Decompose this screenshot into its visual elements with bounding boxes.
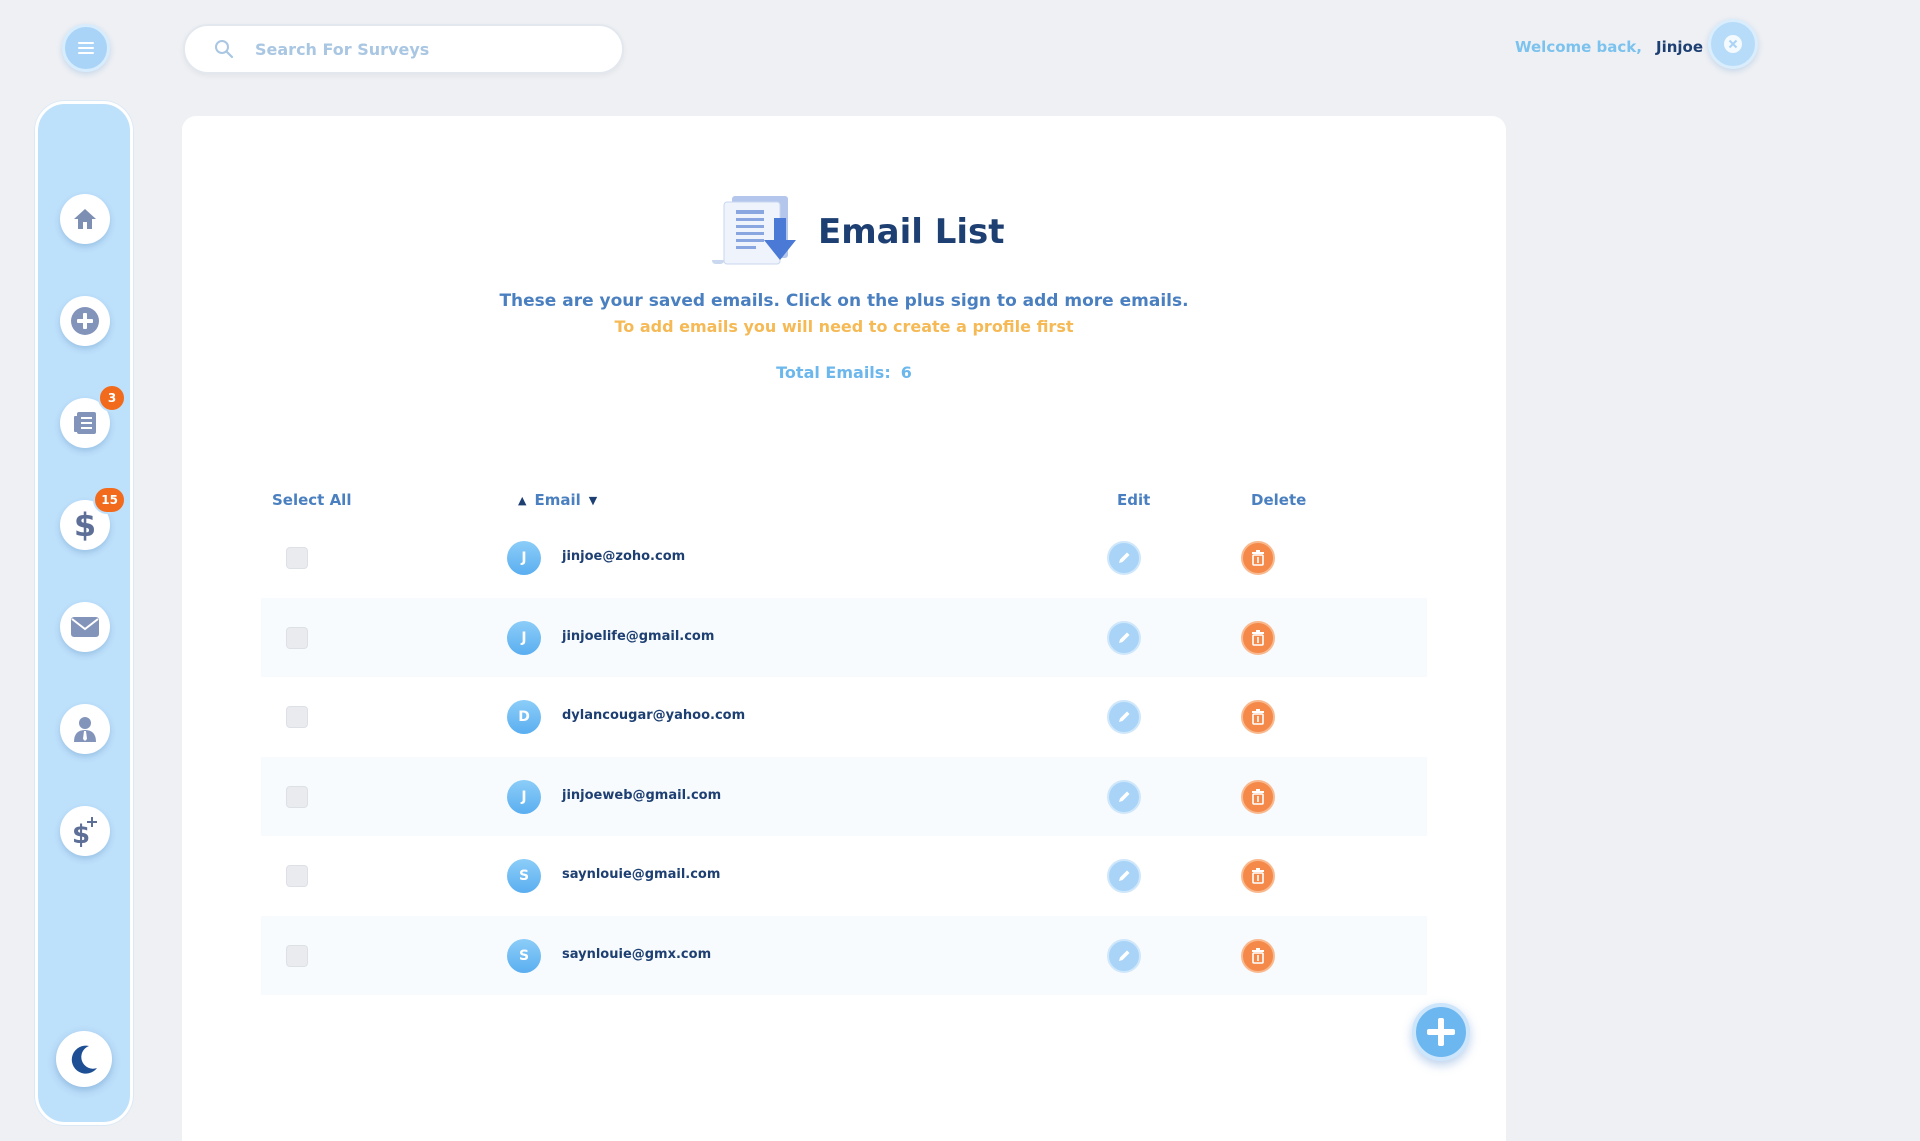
table-row: D dylancougar@yahoo.com xyxy=(261,677,1427,757)
table-row: S saynlouie@gmail.com xyxy=(261,836,1427,916)
email-list-document-icon xyxy=(712,196,796,265)
welcome-text: Welcome back, xyxy=(1515,38,1642,56)
pencil-icon xyxy=(1119,632,1130,643)
email-avatar: S xyxy=(507,859,541,893)
row-checkbox[interactable] xyxy=(286,944,308,967)
row-checkbox[interactable] xyxy=(286,865,308,887)
email-address: saynlouie@gmx.com xyxy=(562,946,712,962)
envelope-icon xyxy=(71,617,99,637)
edit-button[interactable] xyxy=(1107,541,1141,575)
table-row: J jinjoelife@gmail.com xyxy=(261,597,1427,677)
profile-note: To add emails you will need to create a … xyxy=(614,317,1074,336)
sort-descending-icon[interactable]: ▼ xyxy=(589,494,597,507)
edit-button[interactable] xyxy=(1107,938,1141,973)
table-row: S saynlouie@gmx.com xyxy=(261,915,1427,995)
email-avatar: D xyxy=(507,700,541,734)
email-address: jinjoe@zoho.com xyxy=(562,549,686,564)
delete-button[interactable] xyxy=(1241,541,1275,575)
pencil-icon xyxy=(1119,552,1130,563)
sidebar-item-home[interactable] xyxy=(60,194,110,244)
search-input[interactable] xyxy=(255,39,595,59)
total-emails-value: 6 xyxy=(900,363,912,382)
user-name: Jinjoe xyxy=(1655,38,1704,56)
page-header: Email List xyxy=(710,194,1005,270)
email-table: J jinjoe@zoho.com J jinjoelife@gmail.com… xyxy=(261,518,1427,995)
theme-toggle-button[interactable] xyxy=(56,1031,112,1087)
email-avatar: J xyxy=(507,541,541,575)
hamburger-icon xyxy=(78,42,94,54)
plus-icon xyxy=(1427,1018,1455,1046)
row-checkbox[interactable] xyxy=(286,706,308,728)
trash-icon xyxy=(1252,868,1264,884)
sidebar-item-create[interactable] xyxy=(60,296,110,346)
trash-icon xyxy=(1252,629,1264,646)
moon-icon xyxy=(71,1045,97,1074)
welcome-message: Welcome back, Jinjoe xyxy=(1515,38,1703,56)
sidebar: 3 $ 15 $ xyxy=(35,101,133,1125)
select-all-button[interactable]: Select All xyxy=(272,491,351,509)
sidebar-item-add-funds[interactable]: $ xyxy=(60,806,110,856)
delete-button[interactable] xyxy=(1241,700,1275,734)
dollar-plus-icon: $ xyxy=(72,817,97,847)
email-address: jinjoelife@gmail.com xyxy=(562,628,715,644)
email-column-label: Email xyxy=(534,491,581,509)
email-list-card: Email List These are your saved emails. … xyxy=(182,116,1506,1141)
sidebar-item-surveys[interactable]: 3 xyxy=(60,384,126,448)
edit-column-header: Edit xyxy=(1117,491,1151,509)
edit-button[interactable] xyxy=(1107,779,1141,814)
total-emails: Total Emails: 6 xyxy=(182,363,1506,382)
trash-icon xyxy=(1252,709,1264,725)
close-circle-icon xyxy=(1724,35,1742,53)
document-list-icon xyxy=(74,412,96,434)
row-checkbox[interactable] xyxy=(286,785,308,808)
user-icon xyxy=(74,717,96,742)
page-title: Email List xyxy=(818,212,1005,252)
email-avatar: J xyxy=(507,779,541,814)
surveys-badge: 3 xyxy=(98,384,126,412)
sidebar-item-email[interactable] xyxy=(60,602,110,652)
edit-button[interactable] xyxy=(1107,859,1141,893)
delete-button[interactable] xyxy=(1241,620,1275,655)
total-emails-label: Total Emails: xyxy=(776,363,891,382)
search-icon xyxy=(213,38,235,60)
delete-column-header: Delete xyxy=(1251,491,1307,509)
email-avatar: J xyxy=(507,620,541,655)
pencil-icon xyxy=(1119,711,1130,722)
row-checkbox[interactable] xyxy=(286,547,308,569)
table-row: J jinjoe@zoho.com xyxy=(261,518,1427,598)
pencil-icon xyxy=(1119,870,1130,881)
edit-button[interactable] xyxy=(1107,620,1141,655)
sidebar-item-earnings[interactable]: $ 15 xyxy=(60,486,126,550)
delete-button[interactable] xyxy=(1241,938,1275,973)
search-bar xyxy=(183,24,624,74)
table-row: J jinjoeweb@gmail.com xyxy=(261,756,1427,836)
menu-button[interactable] xyxy=(62,24,110,72)
email-address: saynlouie@gmail.com xyxy=(562,867,721,882)
add-email-button[interactable] xyxy=(1412,1003,1470,1061)
svg-text:$: $ xyxy=(74,508,96,542)
table-header: Select All ▲ Email ▼ Edit Delete xyxy=(182,489,1506,513)
home-icon xyxy=(74,209,96,229)
page-subtitle: These are your saved emails. Click on th… xyxy=(499,291,1189,311)
svg-text:$: $ xyxy=(72,820,90,847)
sort-ascending-icon[interactable]: ▲ xyxy=(518,494,526,507)
trash-icon xyxy=(1252,550,1264,566)
plus-circle-icon xyxy=(71,307,99,335)
edit-button[interactable] xyxy=(1107,700,1141,734)
delete-button[interactable] xyxy=(1241,779,1275,814)
earnings-badge: 15 xyxy=(93,486,126,514)
pencil-icon xyxy=(1119,791,1130,802)
email-address: dylancougar@yahoo.com xyxy=(562,708,746,723)
sidebar-item-profile[interactable] xyxy=(60,704,110,754)
email-address: jinjoeweb@gmail.com xyxy=(562,787,722,803)
dollar-icon: $ xyxy=(74,508,96,542)
trash-icon xyxy=(1252,788,1264,805)
email-avatar: S xyxy=(507,938,541,973)
delete-button[interactable] xyxy=(1241,859,1275,893)
email-column-header: ▲ Email ▼ xyxy=(518,491,597,509)
row-checkbox[interactable] xyxy=(286,626,308,649)
trash-icon xyxy=(1252,947,1264,964)
user-avatar-button[interactable] xyxy=(1708,19,1758,69)
pencil-icon xyxy=(1119,950,1130,961)
